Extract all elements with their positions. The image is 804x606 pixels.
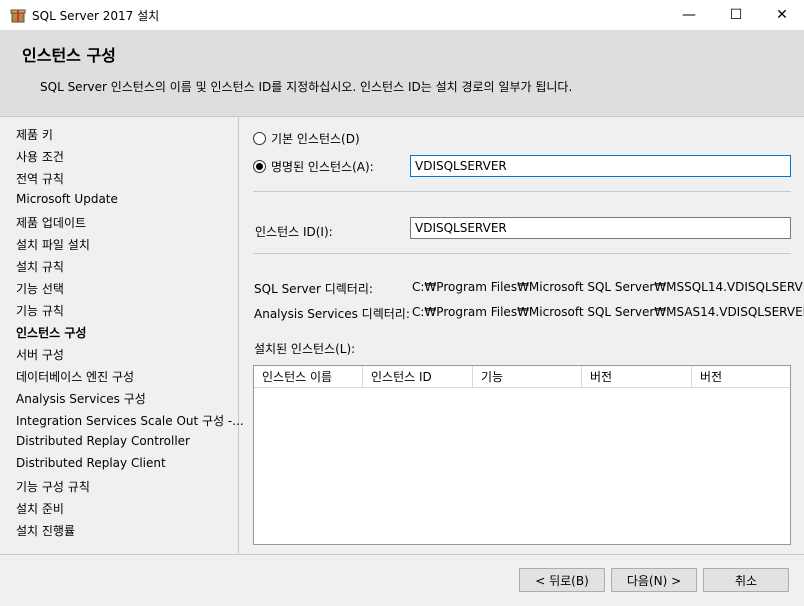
sidebar-item-global-rules[interactable]: 전역 규칙 [16,170,64,187]
default-instance-option[interactable]: 기본 인스턴스(D) [253,130,360,147]
named-instance-radio[interactable] [253,160,266,173]
step-navigation: 제품 키 사용 조건 전역 규칙 Microsoft Update 제품 업데이… [0,117,244,554]
sidebar-item-server-configuration[interactable]: 서버 구성 [16,346,64,363]
separator [253,253,791,254]
window-title: SQL Server 2017 설치 [32,9,160,23]
default-instance-radio[interactable] [253,132,266,145]
page-header: 인스턴스 구성 SQL Server 인스턴스의 이름 및 인스턴스 ID를 지… [0,30,804,117]
sql-server-directory-label: SQL Server 디렉터리: [254,282,373,296]
sql-server-setup-icon [10,9,26,23]
sidebar-item-analysis-services-configuration[interactable]: Analysis Services 구성 [16,390,146,407]
page-description: SQL Server 인스턴스의 이름 및 인스턴스 ID를 지정하십시오. 인… [40,80,573,94]
sidebar-item-integration-services-scale-out[interactable]: Integration Services Scale Out 구성 -... [16,412,244,429]
named-instance-label: 명명된 인스턴스(A): [271,160,374,174]
column-header-instance-id[interactable]: 인스턴스 ID [363,366,473,387]
sidebar-item-microsoft-update[interactable]: Microsoft Update [16,192,118,206]
maximize-button[interactable]: ☐ [713,0,759,30]
analysis-services-directory-label: Analysis Services 디렉터리: [254,307,410,321]
sidebar-item-product-key[interactable]: 제품 키 [16,126,53,143]
back-button[interactable]: < 뒤로(B) [519,568,605,592]
analysis-services-directory-value: C:₩Program Files₩Microsoft SQL Server₩MS… [412,305,804,319]
sidebar-item-distributed-replay-controller[interactable]: Distributed Replay Controller [16,434,190,448]
column-header-instance-name[interactable]: 인스턴스 이름 [254,366,363,387]
close-button[interactable]: ✕ [759,0,804,30]
minimize-button[interactable]: — [666,0,712,30]
sidebar-item-ready-to-install[interactable]: 설치 준비 [16,500,64,517]
column-header-version[interactable]: 버전 [692,366,790,387]
default-instance-label: 기본 인스턴스(D) [271,132,360,146]
page-title: 인스턴스 구성 [22,46,116,65]
sidebar-item-feature-selection[interactable]: 기능 선택 [16,280,64,297]
instance-id-input[interactable]: VDISQLSERVER [410,217,791,239]
sidebar-item-license-terms[interactable]: 사용 조건 [16,148,64,165]
sidebar-item-product-updates[interactable]: 제품 업데이트 [16,214,86,231]
cancel-button[interactable]: 취소 [703,568,789,592]
table-header: 인스턴스 이름 인스턴스 ID 기능 버전 버전 [254,366,790,388]
sidebar-item-instance-configuration[interactable]: 인스턴스 구성 [16,324,86,341]
column-header-features[interactable]: 기능 [473,366,582,387]
installed-instances-table[interactable]: 인스턴스 이름 인스턴스 ID 기능 버전 버전 [253,365,791,545]
separator [253,191,791,192]
sidebar-item-installation-progress[interactable]: 설치 진행률 [16,522,75,539]
named-instance-option[interactable]: 명명된 인스턴스(A): [253,158,374,175]
sidebar-item-database-engine-configuration[interactable]: 데이터베이스 엔진 구성 [16,368,134,385]
sidebar-item-distributed-replay-client[interactable]: Distributed Replay Client [16,456,166,470]
next-button[interactable]: 다음(N) > [611,568,697,592]
sidebar-item-install-setup-files[interactable]: 설치 파일 설치 [16,236,90,253]
footer: < 뒤로(B) 다음(N) > 취소 [0,554,804,606]
sql-server-directory-value: C:₩Program Files₩Microsoft SQL Server₩MS… [412,280,804,294]
sidebar-item-install-rules[interactable]: 설치 규칙 [16,258,64,275]
named-instance-input[interactable]: VDISQLSERVER [410,155,791,177]
instance-id-label: 인스턴스 ID(I): [255,225,333,239]
installed-instances-label: 설치된 인스턴스(L): [254,342,356,356]
sidebar-item-feature-rules[interactable]: 기능 규칙 [16,302,64,319]
title-bar: SQL Server 2017 설치 — ☐ ✕ [0,0,804,30]
sidebar-item-feature-configuration-rules[interactable]: 기능 구성 규칙 [16,478,90,495]
column-header-edition[interactable]: 버전 [582,366,692,387]
